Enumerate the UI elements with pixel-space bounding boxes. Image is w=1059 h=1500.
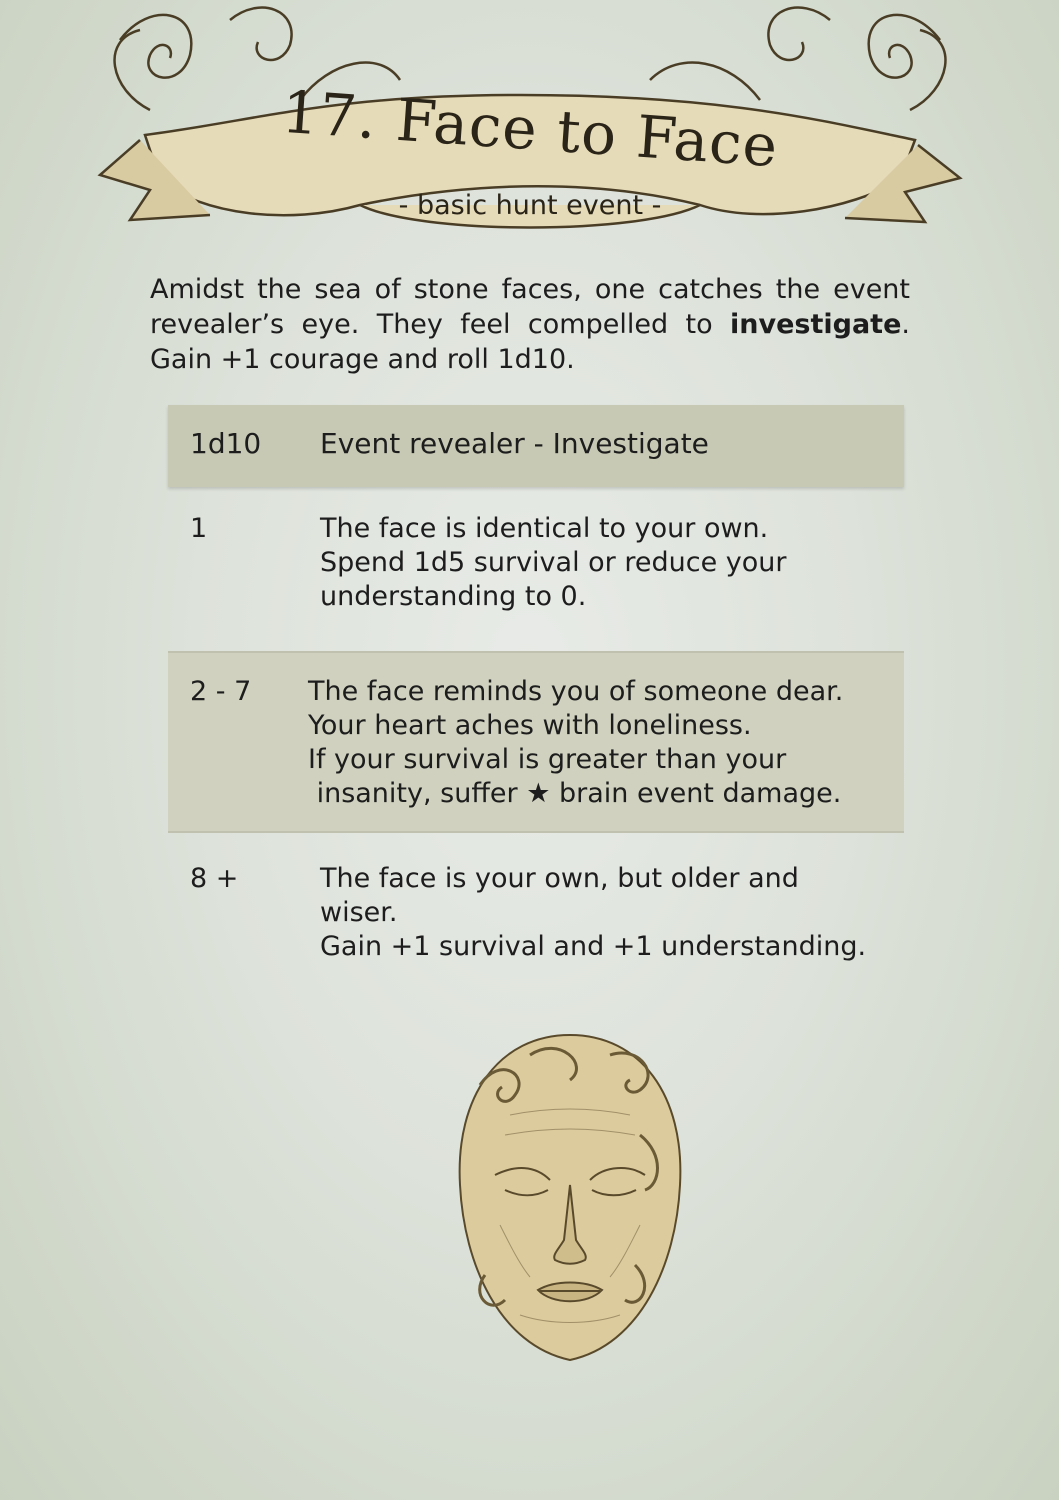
table-header: 1d10 Event revealer - Investigate: [168, 405, 904, 487]
row-result: The face reminds you of someone dear. Yo…: [308, 675, 888, 811]
result-line: Spend 1d5 survival or reduce your: [320, 547, 787, 578]
result-line: understanding to 0.: [320, 581, 587, 612]
row-result: The face is identical to your own. Spend…: [320, 512, 900, 614]
result-line: wiser.: [320, 897, 398, 928]
row-roll: 1: [190, 513, 208, 544]
result-line: The face reminds you of someone dear.: [308, 676, 844, 707]
stone-face-illustration: [458, 1033, 682, 1362]
row-result: The face is your own, but older and wise…: [320, 862, 900, 964]
header-roll: 1d10: [190, 427, 262, 460]
header-result: Event revealer - Investigate: [320, 427, 709, 460]
result-line: The face is identical to your own.: [320, 513, 769, 544]
row-roll: 8 +: [190, 863, 239, 894]
result-line: Gain +1 survival and +1 understanding.: [320, 931, 867, 962]
row-roll: 2 - 7: [190, 676, 252, 707]
intro-emphasis: investigate: [730, 309, 902, 340]
result-line: insanity, suffer ★ brain event damage.: [308, 778, 842, 809]
page-subtitle: - basic hunt event -: [398, 190, 662, 221]
table-row: 2 - 7 The face reminds you of someone de…: [168, 651, 904, 833]
table-row: 1 The face is identical to your own. Spe…: [168, 512, 904, 622]
result-line: The face is your own, but older and: [320, 863, 799, 894]
table-row: 8 + The face is your own, but older and …: [168, 862, 904, 972]
result-line: If your survival is greater than your: [308, 744, 787, 775]
intro-paragraph: Amidst the sea of stone faces, one catch…: [150, 272, 910, 377]
result-line: Your heart aches with loneliness.: [308, 710, 752, 741]
